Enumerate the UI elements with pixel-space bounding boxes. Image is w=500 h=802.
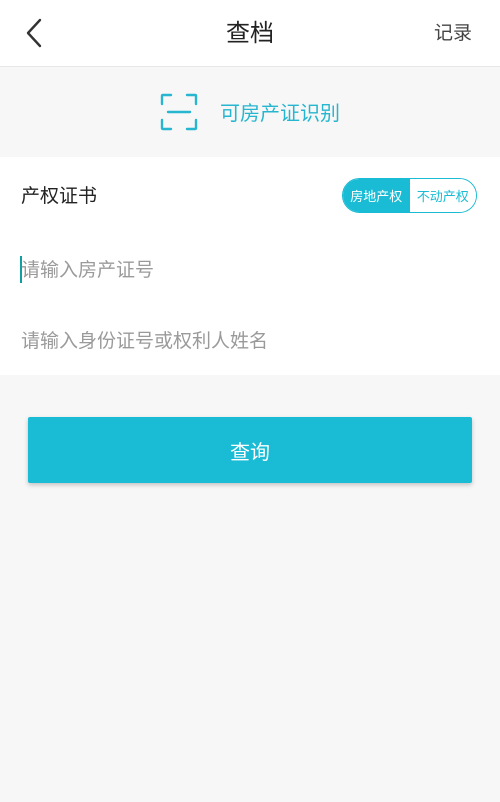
certificate-type-toggle: 房地产权 不动产权 [342, 178, 477, 213]
back-button[interactable] [14, 13, 54, 53]
segment-real-estate-title[interactable]: 房地产权 [343, 179, 410, 212]
scan-recognize-button[interactable]: 可房产证识别 [160, 93, 340, 131]
segment-immovable-property[interactable]: 不动产权 [409, 179, 476, 212]
query-button[interactable]: 查询 [28, 417, 472, 483]
certificate-type-label: 产权证书 [21, 185, 98, 207]
scan-frame-icon [160, 93, 198, 130]
page-title: 查档 [226, 19, 274, 47]
certificate-number-input[interactable] [21, 250, 480, 290]
chevron-left-icon [26, 18, 42, 48]
query-form: 产权证书 房地产权 不动产权 [0, 157, 500, 375]
scan-area: 可房产证识别 [0, 67, 500, 156]
navbar: 查档 记录 [0, 0, 500, 67]
certificate-type-row: 产权证书 房地产权 不动产权 [0, 157, 500, 235]
record-link[interactable]: 记录 [434, 0, 472, 66]
id-or-owner-input[interactable] [21, 321, 480, 361]
scan-label: 可房产证识别 [220, 101, 340, 125]
